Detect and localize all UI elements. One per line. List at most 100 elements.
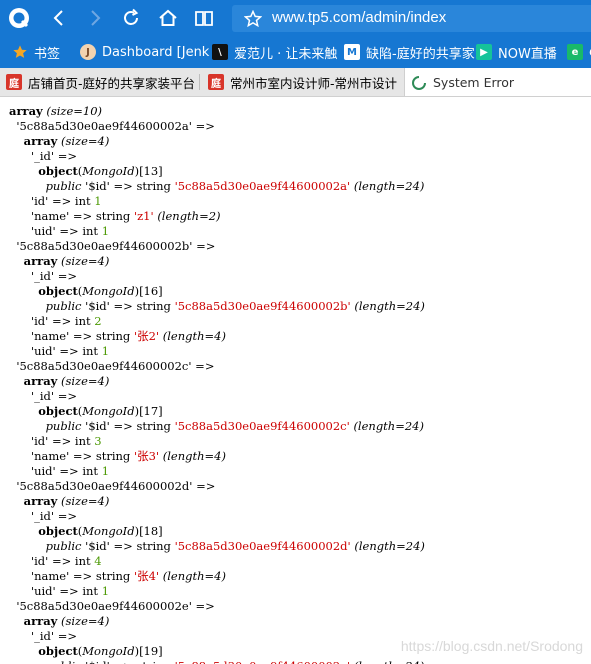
visibility: public: [45, 299, 82, 313]
tab-divider: [199, 74, 200, 90]
dump-line: object(MongoId)[19]: [38, 644, 163, 658]
type-name: string: [136, 179, 171, 193]
mongo-id-value: '5c88a5d30e0ae9f44600002e': [175, 659, 351, 664]
type-label: array: [23, 494, 58, 508]
field-key: 'uid': [30, 344, 56, 358]
field-key: '_id': [30, 269, 55, 283]
size-label: (size=4): [60, 374, 110, 388]
watermark: https://blog.csdn.net/Srodong: [400, 638, 583, 654]
dump-line: 'id' => int 3: [30, 434, 102, 448]
type-label: object: [38, 404, 78, 418]
bookmark-item[interactable]: ▶ NOW直播: [476, 36, 557, 68]
dump-line: '5c88a5d30e0ae9f44600002a' =>: [16, 119, 215, 133]
tab-shop-home[interactable]: 庭 店铺首页-庭好的共享家装平台: [0, 68, 198, 96]
field-key: 'name': [30, 449, 70, 463]
tab-designer[interactable]: 庭 常州市室内设计师-常州市设计: [202, 68, 402, 96]
type-label: object: [38, 524, 78, 538]
forward-icon[interactable]: [82, 5, 108, 31]
dump-line: 'id' => int 2: [30, 314, 102, 328]
var-dump-output: array (size=10) '5c88a5d30e0ae9f44600002…: [0, 97, 591, 664]
reload-icon[interactable]: [118, 5, 144, 31]
address-bar[interactable]: www.tp5.com/admin/index: [232, 5, 591, 32]
type-name: int: [74, 434, 91, 448]
tab-strip: 庭 店铺首页-庭好的共享家装平台 庭 常州市室内设计师-常州市设计 System…: [0, 68, 591, 97]
dump-line: array (size=4): [9, 254, 110, 268]
mongo-id-value: '5c88a5d30e0ae9f44600002c': [174, 419, 350, 433]
bookmark-item[interactable]: 书签: [12, 36, 60, 68]
browser-logo-icon[interactable]: [6, 5, 32, 31]
dump-line: 'uid' => int 1: [30, 584, 110, 598]
home-icon[interactable]: [155, 5, 181, 31]
dump-line: '5c88a5d30e0ae9f44600002c' =>: [16, 359, 215, 373]
field-key: '_id': [30, 389, 55, 403]
field-key: 'id': [30, 434, 49, 448]
type-name: int: [82, 464, 99, 478]
dump-line: array (size=4): [9, 614, 110, 628]
bookmark-star-icon[interactable]: [243, 9, 263, 32]
class-name: MongoId: [82, 404, 135, 418]
dump-line: public '$id' => string '5c88a5d30e0ae9f4…: [9, 659, 425, 664]
visibility: public: [46, 659, 82, 664]
entry-key: '5c88a5d30e0ae9f44600002d': [16, 479, 193, 493]
visibility: public: [45, 419, 82, 433]
tab-system-error[interactable]: System Error: [404, 68, 591, 96]
type-name: int: [74, 194, 91, 208]
dump-line: object(MongoId)[18]: [38, 524, 163, 538]
dump-line: object(MongoId)[17]: [38, 404, 163, 418]
type-label: array: [23, 374, 58, 388]
type-name: int: [82, 344, 99, 358]
length-label: (length=24): [354, 299, 425, 313]
tab-label: System Error: [433, 75, 515, 90]
bookmarks-bar: 书签 J Dashboard [Jenk \ 爱范儿 · 让未来触 M 缺陷-庭…: [0, 36, 591, 68]
field-key: '_id': [30, 509, 55, 523]
page-content: array (size=10) '5c88a5d30e0ae9f44600002…: [0, 97, 591, 664]
field-key: 'uid': [30, 584, 56, 598]
dump-line: '_id' =>: [30, 269, 77, 283]
bookmark-item[interactable]: e e: [567, 36, 591, 68]
dump-line: 'name' => string '张2' (length=4): [30, 329, 226, 343]
dump-line: public '$id' => string '5c88a5d30e0ae9f4…: [45, 419, 424, 433]
type-name: int: [82, 584, 99, 598]
type-name: string: [95, 209, 131, 223]
type-label: array: [23, 254, 58, 268]
visibility: public: [45, 179, 82, 193]
field-key: '_id': [30, 629, 55, 643]
dump-line: '5c88a5d30e0ae9f44600002b' =>: [16, 239, 216, 253]
dump-line: object(MongoId)[16]: [38, 284, 163, 298]
prop-key: '$id': [85, 419, 110, 433]
bookmark-item[interactable]: J Dashboard [Jenk: [80, 36, 209, 68]
mongo-id-value: '5c88a5d30e0ae9f44600002d': [174, 539, 351, 553]
type-label: object: [38, 284, 78, 298]
field-key: 'name': [30, 209, 70, 223]
entry-key: '5c88a5d30e0ae9f44600002c': [16, 359, 192, 373]
field-key: 'name': [30, 569, 70, 583]
url-text[interactable]: www.tp5.com/admin/index: [272, 9, 446, 26]
class-name: MongoId: [82, 644, 135, 658]
e-icon: e: [567, 44, 583, 60]
object-id: [17]: [139, 404, 163, 418]
type-name: int: [74, 314, 91, 328]
jenkins-icon: J: [80, 44, 96, 60]
reader-mode-icon[interactable]: [191, 5, 217, 31]
dump-line: 'name' => string 'z1' (length=2): [30, 209, 221, 223]
back-icon[interactable]: [46, 5, 72, 31]
length-label: (length=4): [162, 449, 226, 463]
site-favicon-icon: 庭: [6, 74, 22, 90]
field-key: 'uid': [30, 464, 56, 478]
bookmark-item[interactable]: \ 爱范儿 · 让未来触: [212, 36, 337, 68]
dump-line: public '$id' => string '5c88a5d30e0ae9f4…: [45, 179, 425, 193]
int-value: 1: [101, 464, 110, 478]
type-name: string: [95, 569, 131, 583]
dump-line: array (size=4): [9, 134, 110, 148]
field-key: '_id': [30, 149, 55, 163]
size-label: (size=4): [60, 134, 110, 148]
dump-line: '_id' =>: [30, 149, 77, 163]
dump-line: 'name' => string '张4' (length=4): [30, 569, 226, 583]
type-name: string: [136, 659, 170, 664]
dump-line: '_id' =>: [30, 629, 77, 643]
type-name: string: [136, 539, 171, 553]
type-label: array: [23, 134, 58, 148]
prop-key: '$id': [85, 299, 110, 313]
bookmark-item[interactable]: M 缺陷-庭好的共享家: [344, 36, 475, 68]
string-value: '张3': [133, 449, 160, 463]
